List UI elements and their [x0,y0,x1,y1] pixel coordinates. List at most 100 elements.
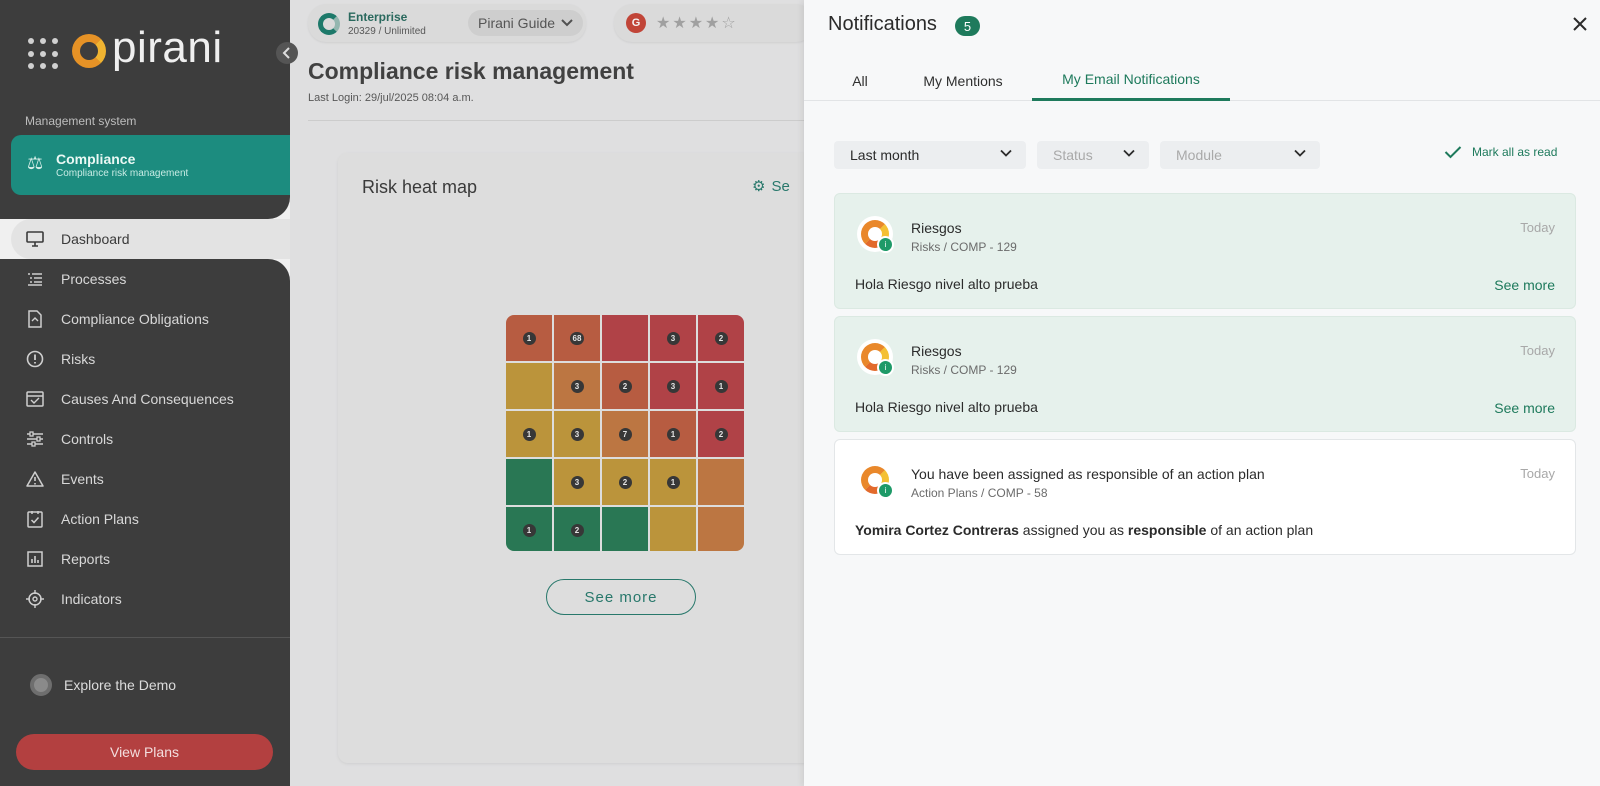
tab-my-mentions[interactable]: My Mentions [904,60,1022,101]
sidebar-item-controls[interactable]: Controls [11,419,290,459]
pirani-logo-mark [72,34,106,68]
notification-code: COMP - 129 [950,240,1017,254]
notification-module: Risks [911,363,941,377]
demo-icon [30,674,52,696]
mark-all-read-label: Mark all as read [1472,145,1558,159]
monitor-icon [25,229,45,249]
notification-path: Risks / COMP - 129 [911,240,1017,254]
notification-item[interactable]: i Riesgos Risks / COMP - 129 Today Hola … [834,316,1576,432]
chevron-left-icon [282,47,290,59]
notification-filters: Last month Status Module Mark all as rea… [834,141,1576,169]
sidebar-item-risks[interactable]: Risks [11,339,290,379]
sidebar-item-events[interactable]: Events [11,459,290,499]
role-text: responsible [1127,522,1207,538]
notification-avatar: i [857,216,894,253]
notification-item[interactable]: i You have been assigned as responsible … [834,439,1576,555]
see-more-link[interactable]: See more [1494,277,1555,293]
notification-path: Action Plans / COMP - 58 [911,486,1048,500]
sidebar-item-action-plans[interactable]: Action Plans [11,499,290,539]
notification-code: COMP - 58 [987,486,1048,500]
body-text-end: of an action plan [1206,522,1314,538]
notification-title: You have been assigned as responsible of… [911,466,1265,482]
notification-title: Riesgos [911,343,962,359]
sidebar-item-label: Reports [61,551,111,567]
notification-time: Today [1520,220,1555,235]
module-title: Compliance [56,151,136,167]
sliders-icon [25,429,45,449]
menu-curve [0,196,290,219]
check-icon [1444,146,1462,159]
sidebar-item-label: Controls [61,431,114,447]
list-icon [25,269,45,289]
sidebar: pirani Management system ⚖ Compliance Co… [0,0,312,786]
tab-my-email-notifications[interactable]: My Email Notifications [1032,60,1230,101]
logo-text: pirani [112,23,223,72]
modal-backdrop[interactable] [290,0,804,786]
see-more-link[interactable]: See more [1494,400,1555,416]
module-placeholder: Module [1176,147,1222,163]
notification-module: Risks [911,240,941,254]
compliance-icon: ⚖ [27,153,44,173]
chevron-down-icon [1000,149,1012,157]
actor-name: Yomira Cortez Contreras [855,522,1019,538]
sidebar-item-label: Causes And Consequences [61,391,234,407]
sidebar-menu: Dashboard Processes Compliance Obligatio… [11,219,290,619]
explore-demo-button[interactable]: Explore the Demo [30,674,176,696]
notification-avatar: i [857,462,894,499]
period-value: Last month [850,147,920,163]
sidebar-item-dashboard[interactable]: Dashboard [11,219,290,259]
notification-time: Today [1520,343,1555,358]
notification-tabs: All My Mentions My Email Notifications [804,60,1600,101]
tab-all[interactable]: All [828,60,892,101]
sidebar-item-label: Action Plans [61,511,139,527]
status-select[interactable]: Status [1037,141,1149,169]
collapse-sidebar-button[interactable] [276,42,298,64]
notifications-panel: Notifications 5 All My Mentions My Email… [804,0,1600,786]
sidebar-item-processes[interactable]: Processes [11,259,290,299]
info-icon: i [877,482,894,499]
sidebar-item-causes-and-consequences[interactable]: Causes And Consequences [11,379,290,419]
period-select[interactable]: Last month [834,141,1026,169]
notification-code: COMP - 129 [950,363,1017,377]
app-root: pirani Management system ⚖ Compliance Co… [0,0,1600,786]
explore-demo-label: Explore the Demo [64,677,177,693]
notification-body: Hola Riesgo nivel alto prueba [855,399,1038,415]
document-icon [25,309,45,329]
info-icon: i [877,359,894,376]
alert-circle-icon [25,349,45,369]
notification-title: Riesgos [911,220,962,236]
close-icon[interactable] [1572,12,1588,38]
sidebar-item-label: Dashboard [61,231,130,247]
notifications-title: Notifications [828,13,937,35]
status-placeholder: Status [1053,147,1093,163]
notifications-count-badge: 5 [955,16,980,36]
sidebar-item-reports[interactable]: Reports [11,539,290,579]
sidebar-item-label: Risks [61,351,96,367]
bar-chart-icon [25,549,45,569]
warning-triangle-icon [25,469,45,489]
notification-path: Risks / COMP - 129 [911,363,1017,377]
notification-item[interactable]: i Riesgos Risks / COMP - 129 Today Hola … [834,193,1576,309]
notification-body: Yomira Cortez Contreras assigned you as … [855,522,1313,538]
notification-avatar: i [857,339,894,376]
sidebar-item-indicators[interactable]: Indicators [11,579,290,619]
view-plans-button[interactable]: View Plans [16,734,273,770]
layers-icon [25,389,45,409]
apps-grid-icon[interactable] [28,38,58,70]
notification-body: Hola Riesgo nivel alto prueba [855,276,1038,292]
sidebar-item-compliance-obligations[interactable]: Compliance Obligations [11,299,290,339]
crosshair-icon [25,589,45,609]
module-select[interactable]: Module [1160,141,1320,169]
management-system-label: Management system [25,114,137,128]
notification-time: Today [1520,466,1555,481]
mark-all-read-button[interactable]: Mark all as read [1444,145,1557,159]
pirani-logo[interactable]: pirani [72,26,223,76]
sidebar-item-label: Events [61,471,104,487]
sidebar-item-label: Processes [61,271,127,287]
checklist-icon [25,509,45,529]
sidebar-divider [0,637,290,638]
module-selector[interactable]: ⚖ Compliance Compliance risk management [11,135,312,195]
sidebar-item-label: Compliance Obligations [61,311,209,327]
chevron-down-icon [1294,149,1306,157]
sidebar-item-label: Indicators [61,591,122,607]
